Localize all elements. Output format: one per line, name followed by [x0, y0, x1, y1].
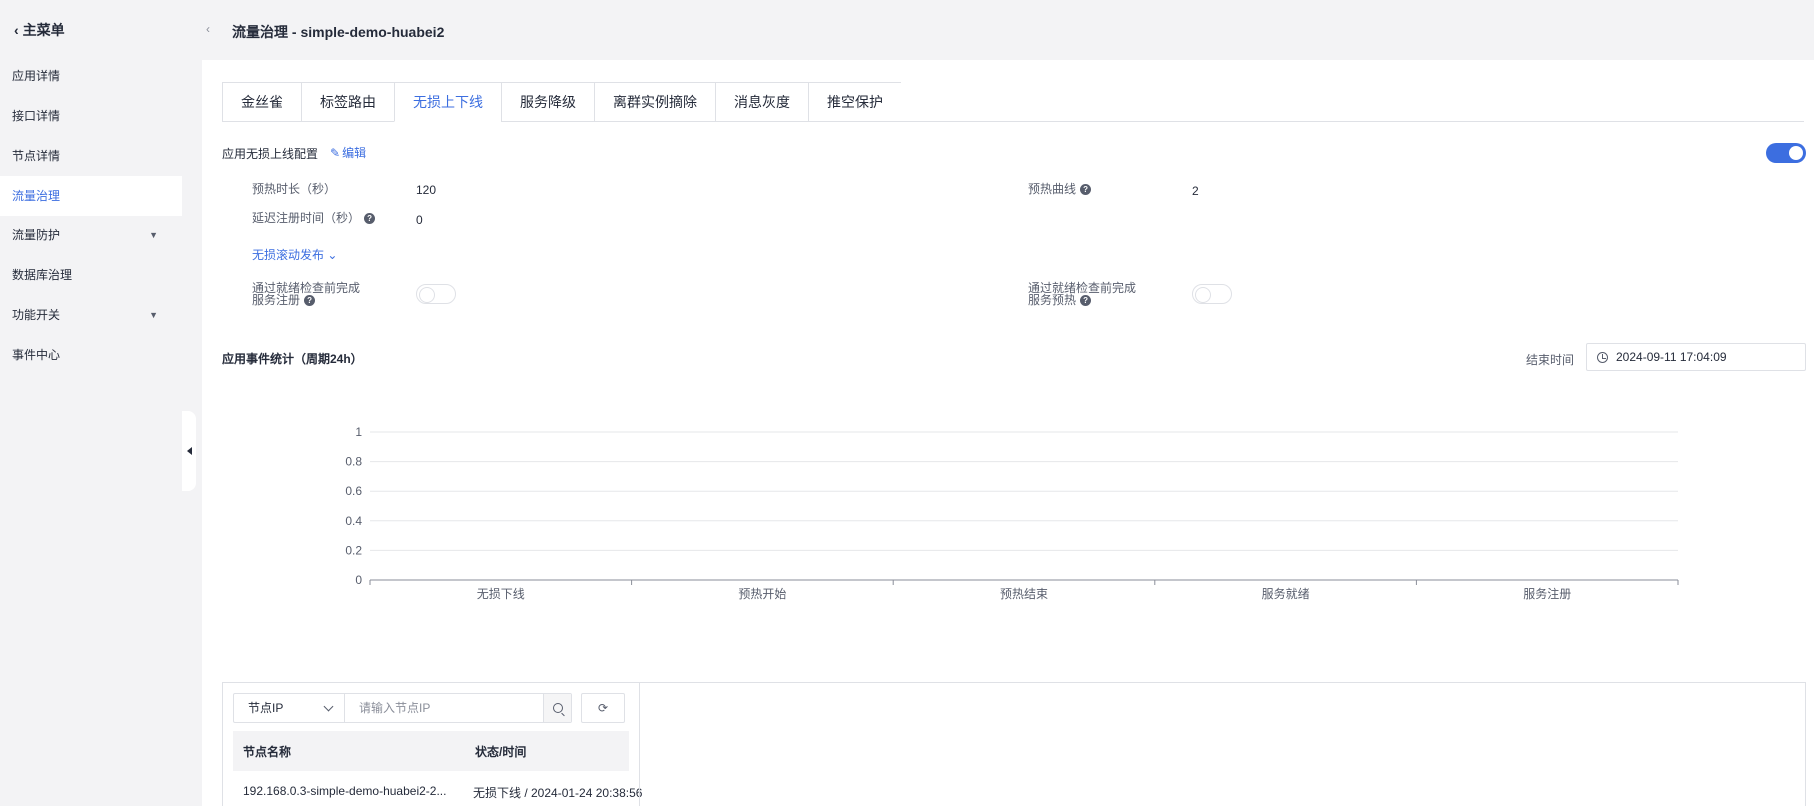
delay-register-value: 0 [416, 213, 423, 227]
end-time-label: 结束时间 [1526, 353, 1575, 367]
x-tick-label: 服务就绪 [1262, 586, 1310, 601]
y-tick-label: 0 [355, 573, 362, 587]
readiness-warmup-label: 通过就绪检查前完成 服务预热? [1028, 282, 1136, 307]
panel-divider [639, 683, 640, 806]
back-to-main-menu[interactable]: ‹ 主菜单 [14, 20, 65, 40]
readiness-warmup-toggle[interactable] [1192, 284, 1232, 304]
node-panel: 节点IP ⟳ 节点名称 状态/时间 192.168.0.3-simple-dem… [222, 682, 1806, 806]
tab-canary[interactable]: 金丝雀 [222, 82, 301, 122]
tab-outlier-ejection[interactable]: 离群实例摘除 [594, 82, 715, 122]
x-tick-label: 预热结束 [1000, 587, 1048, 601]
status-time-cell: 无损下线 / 2024-01-24 20:38:56 [473, 786, 643, 800]
column-header-node-name: 节点名称 [243, 744, 292, 759]
x-tick-label: 无损下线 [477, 587, 525, 601]
delay-register-label-text: 延迟注册时间（秒） [252, 211, 361, 225]
page-title: 流量治理 - simple-demo-huabei2 [232, 24, 445, 40]
node-name-cell: 192.168.0.3-simple-demo-huabei2-2... [243, 784, 447, 798]
tabs-filler [901, 82, 1804, 121]
node-ip-search-input[interactable] [344, 693, 572, 723]
tab-graceful-online-offline[interactable]: 无损上下线 [394, 82, 501, 122]
rolling-release-label: 无损滚动发布 [252, 248, 325, 262]
edit-link[interactable]: ✎ 编辑 [330, 144, 366, 161]
sidebar-collapse-handle[interactable] [182, 411, 196, 491]
main-content: 金丝雀 标签路由 无损上下线 服务降级 离群实例摘除 消息灰度 推空保护 应用无… [202, 60, 1814, 806]
stats-title: 应用事件统计（周期24h） [222, 352, 363, 366]
sidebar-item-label: 接口详情 [12, 109, 61, 123]
sidebar-item-label: 事件中心 [12, 348, 61, 362]
y-tick-label: 0.4 [345, 514, 362, 528]
readiness-register-label: 通过就绪检查前完成 服务注册? [252, 282, 360, 307]
node-filter-select-value: 节点IP [248, 701, 284, 715]
sidebar-item-label: 应用详情 [12, 69, 61, 83]
y-tick-label: 0.2 [345, 543, 362, 557]
config-title: 应用无损上线配置 [222, 147, 319, 161]
sidebar-item-label: 节点详情 [12, 149, 61, 163]
sidebar: ‹ 主菜单 应用详情 接口详情 节点详情 流量治理 流量防护 ▼ 数据库治理 功能… [0, 0, 182, 806]
y-tick-label: 0.8 [345, 455, 362, 469]
sidebar-item-label: 流量治理 [12, 189, 61, 203]
help-icon[interactable]: ? [364, 213, 376, 225]
sidebar-item-app-details[interactable]: 应用详情 [0, 56, 182, 96]
sidebar-item-label: 功能开关 [12, 308, 61, 322]
help-icon[interactable]: ? [1080, 184, 1092, 196]
search-icon [552, 703, 563, 713]
help-icon[interactable]: ? [1080, 295, 1092, 307]
help-icon[interactable]: ? [304, 295, 316, 307]
warmup-curve-label: 预热曲线? [1028, 182, 1092, 196]
clock-icon [1597, 351, 1608, 363]
x-tick-label: 服务注册 [1523, 586, 1571, 601]
tab-message-gray[interactable]: 消息灰度 [715, 82, 808, 122]
readiness-warmup-label-line2: 服务预热 [1028, 293, 1077, 307]
readiness-register-label-line2: 服务注册 [252, 293, 301, 307]
search-button[interactable] [543, 694, 571, 722]
sidebar-item-node-details[interactable]: 节点详情 [0, 136, 182, 176]
edit-label: 编辑 [342, 146, 367, 160]
table-row[interactable]: 192.168.0.3-simple-demo-huabei2-2... 无损下… [233, 771, 642, 806]
back-to-main-menu-label: 主菜单 [22, 22, 65, 38]
tab-tag-routing[interactable]: 标签路由 [301, 82, 394, 122]
sidebar-item-api-details[interactable]: 接口详情 [0, 96, 182, 136]
chevron-down-icon: ⌄ [327, 248, 338, 262]
sidebar-item-traffic-governance[interactable]: 流量治理 [0, 176, 182, 216]
edit-pencil-icon: ✎ [330, 145, 341, 160]
readiness-register-toggle[interactable] [416, 284, 456, 304]
page-header: ‹ 流量治理 - simple-demo-huabei2 [182, 0, 1814, 60]
sidebar-item-feature-switch[interactable]: 功能开关 ▼ [0, 295, 182, 335]
refresh-button[interactable]: ⟳ [581, 693, 625, 723]
column-header-status-time: 状态/时间 [475, 744, 527, 759]
warmup-curve-value: 2 [1192, 184, 1199, 198]
warmup-duration-label: 预热时长（秒） [252, 182, 337, 196]
graceful-online-toggle[interactable] [1766, 143, 1806, 163]
event-stats-chart: 0 0.2 0.4 0.6 0.8 1 无损下线 预热开始 预热结束 服务就绪 服务注册 [345, 425, 1679, 601]
sidebar-item-event-center[interactable]: 事件中心 [0, 335, 182, 375]
node-filter-select[interactable]: 节点IP [233, 693, 345, 723]
refresh-icon: ⟳ [597, 701, 609, 715]
x-tick-label: 预热开始 [738, 587, 786, 601]
chevron-left-icon: ‹ [14, 22, 19, 38]
caret-down-icon: ▼ [149, 310, 158, 320]
end-time-value: 2024-09-11 17:04:09 [1616, 350, 1727, 364]
sidebar-item-label: 流量防护 [12, 228, 61, 242]
tab-service-degradation[interactable]: 服务降级 [501, 82, 594, 122]
delay-register-label: 延迟注册时间（秒）? [252, 211, 376, 225]
end-time-picker[interactable]: 2024-09-11 17:04:09 [1586, 343, 1806, 371]
warmup-curve-label-text: 预热曲线 [1028, 182, 1077, 196]
sidebar-item-label: 数据库治理 [12, 268, 73, 282]
chevron-down-icon [323, 701, 334, 712]
sidebar-item-database-governance[interactable]: 数据库治理 [0, 255, 182, 295]
collapse-arrow-icon [186, 447, 192, 455]
tab-push-empty-protection[interactable]: 推空保护 [808, 82, 901, 122]
back-arrow-icon[interactable]: ‹ [206, 22, 210, 36]
warmup-duration-value: 120 [416, 183, 437, 197]
caret-down-icon: ▼ [149, 230, 158, 240]
rolling-release-expand-link[interactable]: 无损滚动发布 ⌄ [252, 246, 337, 263]
y-tick-label: 1 [355, 425, 362, 439]
node-table-header: 节点名称 状态/时间 [233, 731, 629, 771]
y-tick-label: 0.6 [345, 484, 362, 498]
sidebar-item-traffic-protection[interactable]: 流量防护 ▼ [0, 215, 182, 255]
tab-bar: 金丝雀 标签路由 无损上下线 服务降级 离群实例摘除 消息灰度 推空保护 [222, 82, 1804, 122]
